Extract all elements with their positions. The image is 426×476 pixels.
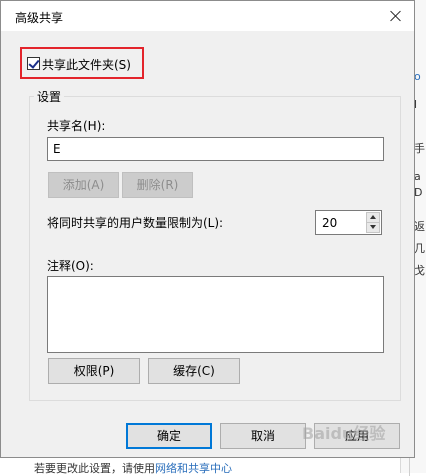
comment-label: 注释(O): — [47, 259, 94, 273]
background-footer-text: 若要更改此设置，请使用网络和共享中心 — [34, 462, 232, 475]
share-name-value: E — [53, 142, 61, 156]
background-text: a — [414, 170, 421, 183]
background-text: 手 — [414, 142, 425, 155]
network-sharing-center-link[interactable]: 网络和共享中心 — [155, 462, 232, 475]
watermark: Baidu经验 — [302, 424, 386, 443]
background-text: 返 — [414, 220, 425, 233]
dialog-title: 高级共享 — [15, 11, 64, 25]
cache-button[interactable]: 缓存(C) — [148, 358, 240, 384]
background-footer: 若要更改此设置，请使用网络和共享中心 — [0, 456, 400, 475]
background-text: 几 — [414, 242, 425, 255]
permissions-button[interactable]: 权限(P) — [48, 358, 140, 384]
background-text: 戈 — [414, 264, 425, 277]
checkbox-box[interactable] — [27, 57, 40, 70]
ok-button[interactable]: 确定 — [126, 423, 212, 449]
advanced-sharing-dialog: 高级共享 共享此文件夹(S) 设置 共享名(H): E 添加(A) 删除(R) … — [0, 0, 415, 458]
cancel-button[interactable]: 取消 — [220, 423, 306, 449]
user-limit-value: 20 — [322, 216, 338, 230]
background-text: D — [414, 186, 423, 199]
comment-input[interactable] — [47, 276, 384, 353]
background-text: o — [414, 70, 421, 83]
user-limit-label: 将同时共享的用户数量限制为(L): — [47, 216, 224, 230]
settings-group-label: 设置 — [34, 88, 65, 105]
title-bar: 高级共享 — [1, 1, 414, 31]
share-folder-label[interactable]: 共享此文件夹(S) — [42, 56, 131, 73]
share-name-label: 共享名(H): — [47, 119, 106, 133]
close-button[interactable] — [376, 1, 414, 31]
add-button[interactable]: 添加(A) — [48, 172, 119, 198]
spin-down-icon[interactable] — [366, 222, 380, 233]
share-name-input[interactable]: E — [47, 137, 384, 161]
checkmark-icon — [28, 57, 40, 69]
user-limit-stepper[interactable]: 20 — [315, 210, 382, 235]
remove-button[interactable]: 删除(R) — [122, 172, 193, 198]
